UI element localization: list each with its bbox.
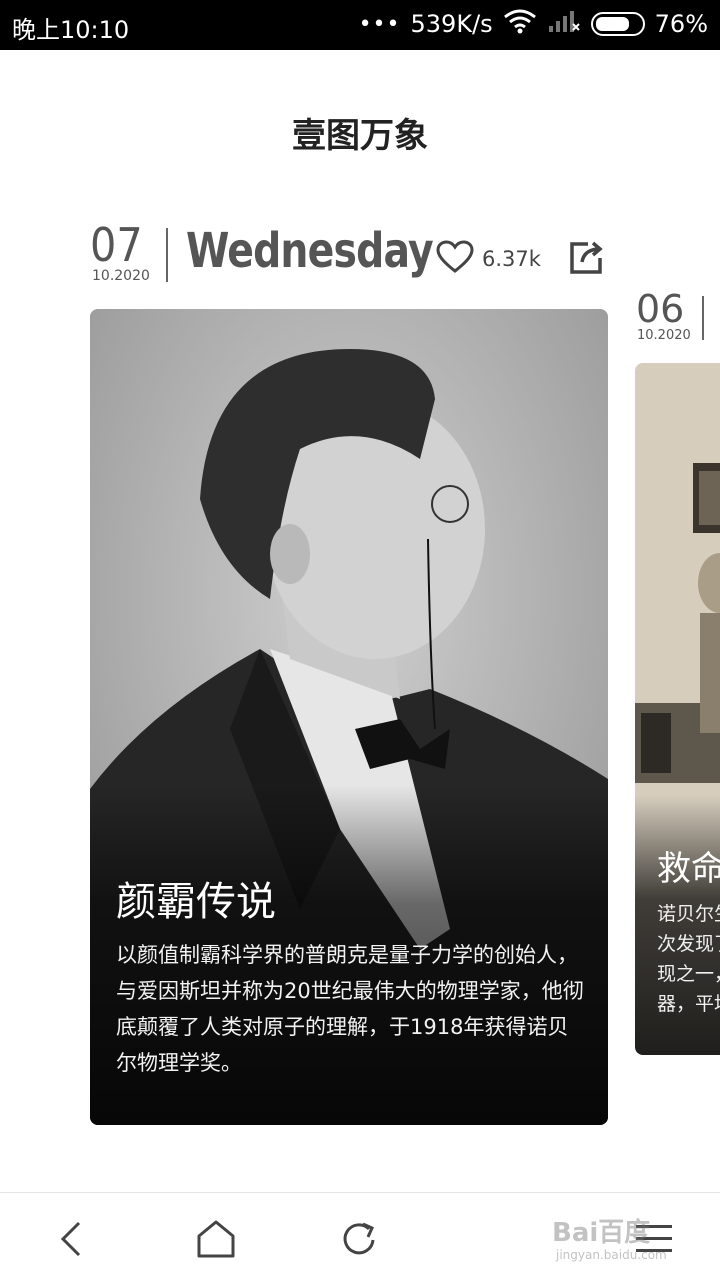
card-header: 07 10.2020 Wednesday 6.37k [90, 222, 610, 288]
network-speed: 539K/s [410, 10, 493, 38]
like-count: 6.37k [482, 247, 541, 271]
signal-icon [547, 8, 581, 40]
card-title: 颜霸传说 [116, 879, 276, 925]
battery-percent: 76% [654, 10, 708, 38]
header-divider [166, 228, 168, 282]
next-card-desc-line: 次发现了 [657, 933, 720, 955]
next-card-day: 06 [636, 290, 685, 331]
next-header-divider [702, 296, 704, 340]
card-day: 07 [90, 218, 143, 272]
battery-icon [590, 12, 645, 36]
card-weekday: Wednesday [186, 223, 434, 279]
back-icon[interactable] [48, 1215, 96, 1263]
wifi-icon [503, 8, 537, 40]
next-card-desc-line: 诺贝尔生 [657, 903, 720, 925]
share-icon[interactable] [568, 238, 606, 280]
status-right: ••• 539K/s 76% [359, 8, 708, 40]
next-card-desc-line: 器，平均 [657, 993, 720, 1015]
heart-icon [436, 240, 474, 278]
next-card-header: 06 10.2020 [636, 290, 720, 350]
feature-card[interactable]: 颜霸传说 以颜值制霸科学界的普朗克是量子力学的创始人，与爱因斯坦并称为20世纪最… [90, 309, 608, 1125]
next-card-title: 救命 [657, 849, 720, 889]
notification-dots: ••• [358, 11, 401, 37]
card-description: 以颜值制霸科学界的普朗克是量子力学的创始人，与爱因斯坦并称为20世纪最伟大的物理… [116, 943, 584, 1075]
status-bar: 晚上10:10 ••• 539K/s 76% [0, 0, 720, 50]
next-card-month-year: 10.2020 [637, 328, 691, 343]
watermark: Bai百度 [552, 1218, 651, 1248]
card-month-year: 10.2020 [92, 268, 150, 284]
home-icon[interactable] [192, 1215, 240, 1263]
next-card-description: 诺贝尔生 次发现了 现之一， 器，平均 [657, 899, 720, 1019]
refresh-icon[interactable] [336, 1215, 384, 1263]
page-title: 壹图万象 [292, 116, 428, 156]
next-feature-card[interactable]: 救命 诺贝尔生 次发现了 现之一， 器，平均 [635, 363, 720, 1055]
battery-fill [595, 17, 629, 31]
next-card-desc-line: 现之一， [657, 963, 720, 985]
like-button[interactable]: 6.37k [436, 240, 541, 278]
watermark-url: jingyan.baidu.com [556, 1248, 667, 1262]
status-time: 晚上10:10 [12, 16, 130, 44]
